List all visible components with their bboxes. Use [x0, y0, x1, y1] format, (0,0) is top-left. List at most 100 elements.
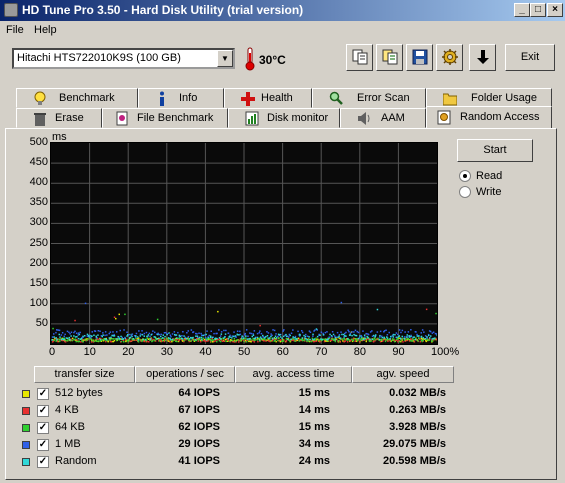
series-checkbox[interactable]: ✓ [37, 439, 49, 451]
x-tick-label: 30 [160, 346, 174, 358]
write-radio[interactable] [459, 186, 471, 198]
scatter-point [200, 332, 202, 335]
scatter-point [303, 334, 305, 337]
scatter-point [299, 334, 301, 336]
scatter-point [169, 341, 171, 343]
scatter-point [408, 338, 410, 341]
start-button[interactable]: Start [457, 139, 533, 162]
scatter-point [429, 337, 431, 339]
tab-error-scan[interactable]: Error Scan [312, 88, 426, 108]
scatter-point [282, 340, 285, 342]
series-checkbox[interactable]: ✓ [37, 405, 49, 417]
scatter-point [124, 337, 126, 340]
scatter-point [227, 332, 230, 334]
folder-icon [443, 93, 457, 106]
scatter-point [372, 341, 375, 343]
scatter-point [97, 338, 99, 340]
col-header-transfer-size[interactable]: transfer size [34, 366, 135, 383]
scatter-point [275, 333, 277, 335]
scatter-point [95, 336, 98, 338]
options-button[interactable] [436, 44, 463, 71]
scatter-point [340, 301, 343, 304]
series-checkbox[interactable]: ✓ [37, 456, 49, 468]
scatter-point [279, 340, 282, 343]
exit-button[interactable]: Exit [505, 44, 555, 71]
tab-info[interactable]: Info [138, 88, 224, 108]
scatter-point [197, 340, 199, 342]
info-icon [160, 91, 164, 106]
scatter-point [396, 336, 398, 339]
maximize-button[interactable]: □ [530, 3, 546, 17]
scatter-point [238, 341, 240, 343]
save-button[interactable] [406, 44, 433, 71]
scatter-point [392, 336, 395, 338]
scatter-point [379, 336, 381, 338]
scatter-point [171, 338, 174, 341]
col-header-access-time[interactable]: avg. access time [235, 366, 352, 383]
tab-disk-monitor[interactable]: Disk monitor [228, 108, 340, 128]
copy-all-button[interactable] [376, 44, 403, 71]
menu-file[interactable]: File [6, 24, 24, 36]
chevron-down-icon[interactable]: ▼ [217, 50, 233, 67]
scatter-point [413, 340, 416, 343]
scatter-point [334, 335, 336, 337]
tab-folder-usage[interactable]: Folder Usage [426, 88, 552, 108]
scatter-point [259, 324, 261, 327]
scatter-point [84, 302, 87, 305]
scatter-point [410, 329, 412, 331]
copy-button[interactable] [346, 44, 373, 71]
scatter-point [294, 337, 296, 339]
scatter-point [236, 339, 239, 341]
series-checkbox[interactable]: ✓ [37, 388, 49, 400]
scatter-point [69, 333, 71, 335]
close-button[interactable]: × [547, 3, 563, 17]
scatter-point [273, 329, 276, 332]
drive-select-value: Hitachi HTS722010K9S (100 GB) [17, 52, 181, 64]
scatter-point [135, 335, 137, 337]
tab-health[interactable]: Health [224, 88, 312, 108]
menu-help[interactable]: Help [34, 24, 57, 36]
row-ops: 41 IOPS [178, 455, 220, 467]
series-color-swatch [22, 458, 30, 466]
scatter-point [392, 334, 394, 336]
read-radio[interactable] [459, 170, 471, 182]
scatter-point [301, 330, 303, 332]
tab-benchmark[interactable]: Benchmark [16, 88, 138, 108]
col-header-speed[interactable]: agv. speed [352, 366, 454, 383]
scatter-point [241, 337, 243, 339]
series-checkbox[interactable]: ✓ [37, 422, 49, 434]
scatter-point [262, 334, 264, 337]
scatter-point [245, 341, 248, 343]
scatter-point [293, 338, 296, 341]
scatter-point [373, 334, 375, 337]
scatter-point [276, 337, 278, 339]
scatter-point [229, 334, 231, 337]
scatter-point [88, 336, 90, 338]
tab-aam[interactable]: AAM [340, 108, 426, 128]
tab-erase[interactable]: Erase [16, 108, 102, 128]
scatter-point [169, 339, 172, 341]
tab-file-benchmark[interactable]: File Benchmark [102, 108, 228, 128]
title-bar[interactable]: HD Tune Pro 3.50 - Hard Disk Utility (tr… [0, 0, 565, 21]
minimize-button[interactable]: _ [514, 3, 530, 17]
row-speed: 0.263 MB/s [389, 404, 446, 416]
scatter-point [211, 339, 213, 341]
download-button[interactable] [469, 44, 496, 71]
col-header-ops[interactable]: operations / sec [135, 366, 235, 383]
scatter-point [326, 331, 328, 333]
scatter-point [167, 332, 170, 334]
tab-random-access[interactable]: Random Access [426, 106, 552, 128]
scatter-point [256, 336, 259, 339]
drive-select[interactable]: Hitachi HTS722010K9S (100 GB) ▼ [12, 48, 235, 69]
scatter-point [343, 338, 346, 340]
scatter-point [381, 336, 383, 339]
write-radio-label[interactable]: Write [476, 186, 501, 198]
scatter-point [270, 333, 272, 335]
scatter-point [128, 333, 131, 336]
scatter-point [289, 334, 291, 337]
scatter-point [81, 337, 83, 340]
scatter-point [120, 335, 122, 338]
scatter-point [215, 337, 217, 339]
read-radio-label[interactable]: Read [476, 170, 502, 182]
scatter-point [130, 340, 133, 342]
